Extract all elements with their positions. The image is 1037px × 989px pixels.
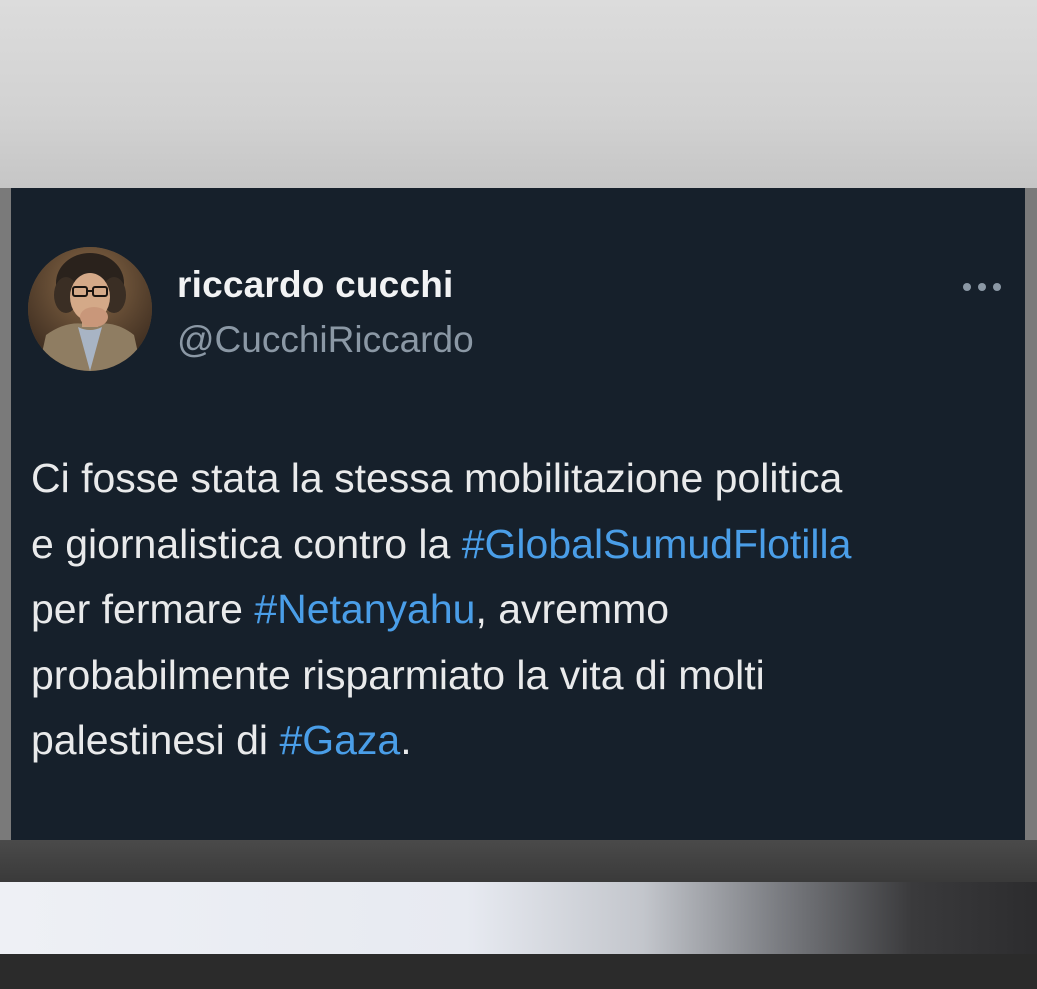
tweet-text-segment: palestinesi di — [31, 717, 280, 763]
avatar[interactable] — [28, 247, 152, 371]
tweet-text-segment: , avremmo — [475, 586, 670, 632]
separator-band — [0, 840, 1037, 882]
more-options-button[interactable] — [957, 274, 1007, 300]
tweet-text-segment: probabilmente risparmiato la vita di mol… — [31, 651, 765, 698]
tweet-text-line: palestinesi di #Gaza. — [31, 708, 1021, 774]
more-horizontal-icon — [963, 283, 1001, 291]
tweet-text-line: Ci fosse stata la stessa mobilitazione p… — [31, 446, 1021, 512]
tweet-text-segment: per fermare — [31, 586, 255, 632]
footer-band — [0, 954, 1037, 989]
avatar-photo — [28, 247, 152, 371]
tweet-text-line: per fermare #Netanyahu, avremmo — [31, 577, 1021, 643]
hashtag-link[interactable]: #Gaza — [279, 717, 400, 763]
tweet-text-segment: . — [400, 717, 412, 763]
screenshot-page: riccardo cucchi @CucchiRiccardo Ci fosse… — [0, 0, 1037, 989]
tweet-body: Ci fosse stata la stessa mobilitazione p… — [31, 446, 1021, 774]
tweet-text-segment: e giornalistica contro la — [31, 520, 462, 567]
hashtag-link[interactable]: #Netanyahu — [254, 586, 475, 632]
user-handle[interactable]: @CucchiRiccardo — [177, 319, 474, 361]
hashtag-link[interactable]: #GlobalSumudFlotilla — [462, 521, 852, 567]
display-name[interactable]: riccardo cucchi — [177, 264, 454, 306]
tweet-card[interactable]: riccardo cucchi @CucchiRiccardo Ci fosse… — [11, 188, 1025, 840]
bottom-gradient-band — [0, 882, 1037, 954]
tweet-text-segment: Ci fosse stata la stessa mobilitazione p… — [31, 455, 843, 501]
tweet-text-line: e giornalistica contro la #GlobalSumudFl… — [31, 512, 1021, 578]
top-background — [0, 0, 1037, 188]
tweet-text-line: probabilmente risparmiato la vita di mol… — [31, 643, 1021, 709]
